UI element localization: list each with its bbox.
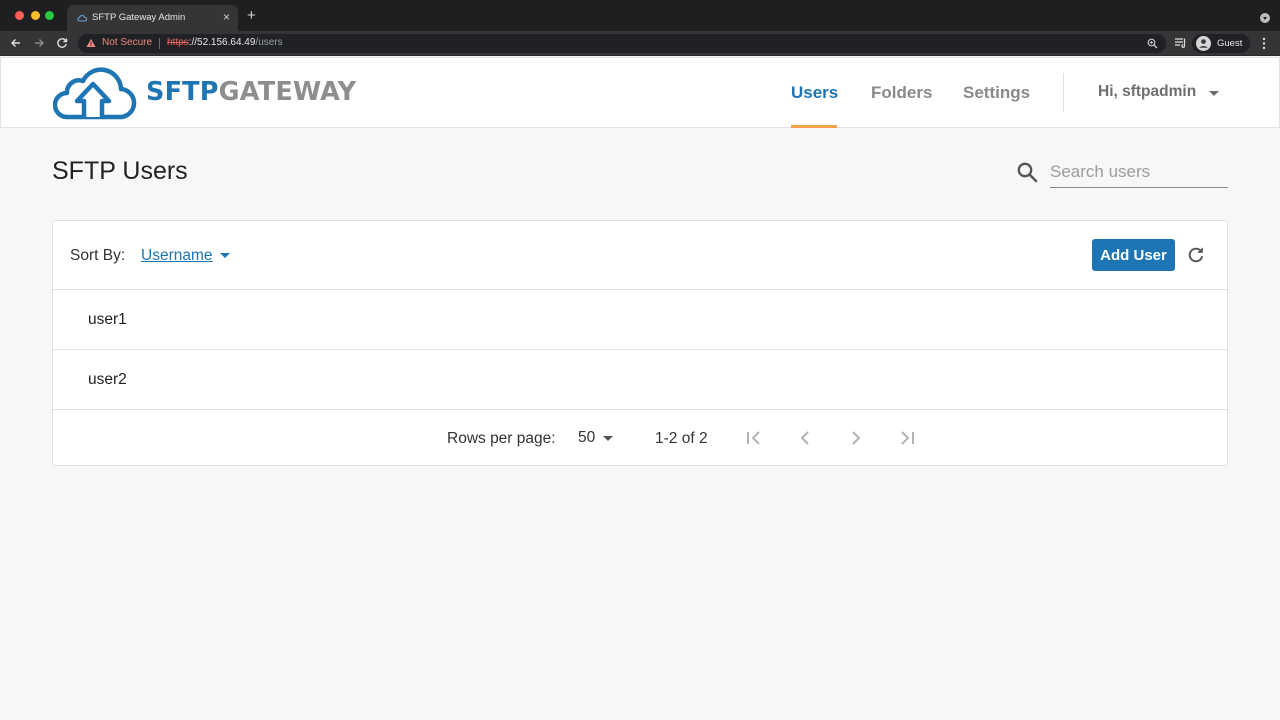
rows-per-page-caret-icon[interactable] — [603, 436, 613, 441]
guest-avatar-icon — [1196, 36, 1211, 51]
security-status[interactable]: Not Secure — [102, 37, 152, 48]
close-window-button[interactable] — [15, 11, 24, 20]
tab-search-icon[interactable] — [1260, 13, 1270, 23]
page-title: SFTP Users — [52, 157, 188, 185]
address-bar[interactable]: Not Secure https://52.156.64.49/users — [78, 34, 1166, 53]
url-host: ://52.156.64.49 — [188, 37, 256, 48]
logo-wordmark-sftp: SFTP — [146, 77, 219, 107]
next-page-icon[interactable] — [846, 428, 866, 448]
search-icon — [1017, 162, 1038, 183]
browser-menu-icon[interactable] — [1259, 37, 1269, 50]
app-header: SFTPGATEWAY Users Folders Settings Hi, s… — [0, 57, 1280, 128]
tab-close-icon[interactable]: × — [223, 10, 230, 24]
username-cell: user1 — [88, 311, 127, 328]
last-page-icon[interactable] — [897, 428, 917, 448]
zoom-icon[interactable] — [1147, 38, 1158, 49]
first-page-icon[interactable] — [744, 428, 764, 448]
active-nav-indicator — [791, 125, 837, 128]
users-table-card: Sort By: Username Add User user1 user2 R… — [52, 220, 1228, 466]
cloud-upload-logo-icon — [53, 67, 137, 120]
profile-label: Guest — [1217, 38, 1243, 49]
pagination-bar: Rows per page: 50 1-2 of 2 — [53, 409, 1227, 466]
omnibox-divider — [159, 38, 160, 49]
reading-list-icon[interactable] — [1174, 37, 1187, 49]
header-divider — [1063, 73, 1064, 112]
nav-folders[interactable]: Folders — [871, 83, 932, 103]
search-input[interactable] — [1050, 157, 1228, 188]
new-tab-button[interactable]: + — [247, 8, 256, 24]
user-menu-caret-icon[interactable] — [1209, 91, 1219, 96]
tab-title: SFTP Gateway Admin — [92, 12, 186, 23]
browser-toolbar: Not Secure https://52.156.64.49/users Gu… — [0, 31, 1280, 56]
nav-users[interactable]: Users — [791, 83, 838, 103]
logo-wordmark: SFTPGATEWAY — [146, 77, 356, 107]
url-text[interactable]: https://52.156.64.49/users — [167, 37, 283, 48]
rows-per-page-label: Rows per page: — [447, 430, 556, 447]
sort-caret-icon[interactable] — [220, 253, 230, 258]
maximize-window-button[interactable] — [45, 11, 54, 20]
warning-icon — [86, 39, 96, 47]
table-row[interactable]: user1 — [53, 289, 1227, 349]
url-scheme: https — [167, 37, 189, 48]
nav-settings[interactable]: Settings — [963, 83, 1030, 103]
logo-wordmark-gateway: GATEWAY — [218, 77, 357, 107]
sort-select[interactable]: Username — [141, 247, 213, 265]
back-arrow-icon[interactable] — [9, 36, 23, 50]
profile-button[interactable]: Guest — [1192, 34, 1250, 53]
browser-tab-strip: SFTP Gateway Admin × + — [0, 0, 1280, 31]
refresh-icon[interactable] — [1187, 246, 1205, 264]
reload-icon[interactable] — [55, 36, 69, 50]
username-cell: user2 — [88, 371, 127, 388]
browser-tab[interactable]: SFTP Gateway Admin × — [67, 5, 238, 31]
add-user-button[interactable]: Add User — [1092, 239, 1175, 271]
url-path: /users — [255, 37, 283, 48]
pagination-range: 1-2 of 2 — [655, 430, 708, 447]
table-row[interactable]: user2 — [53, 349, 1227, 409]
rows-per-page-select[interactable]: 50 — [578, 429, 595, 447]
minimize-window-button[interactable] — [31, 11, 40, 20]
cloud-icon — [77, 14, 87, 22]
user-menu[interactable]: Hi, sftpadmin — [1098, 83, 1196, 101]
sort-label: Sort By: — [70, 247, 126, 264]
forward-arrow-icon[interactable] — [32, 36, 46, 50]
previous-page-icon[interactable] — [795, 428, 815, 448]
